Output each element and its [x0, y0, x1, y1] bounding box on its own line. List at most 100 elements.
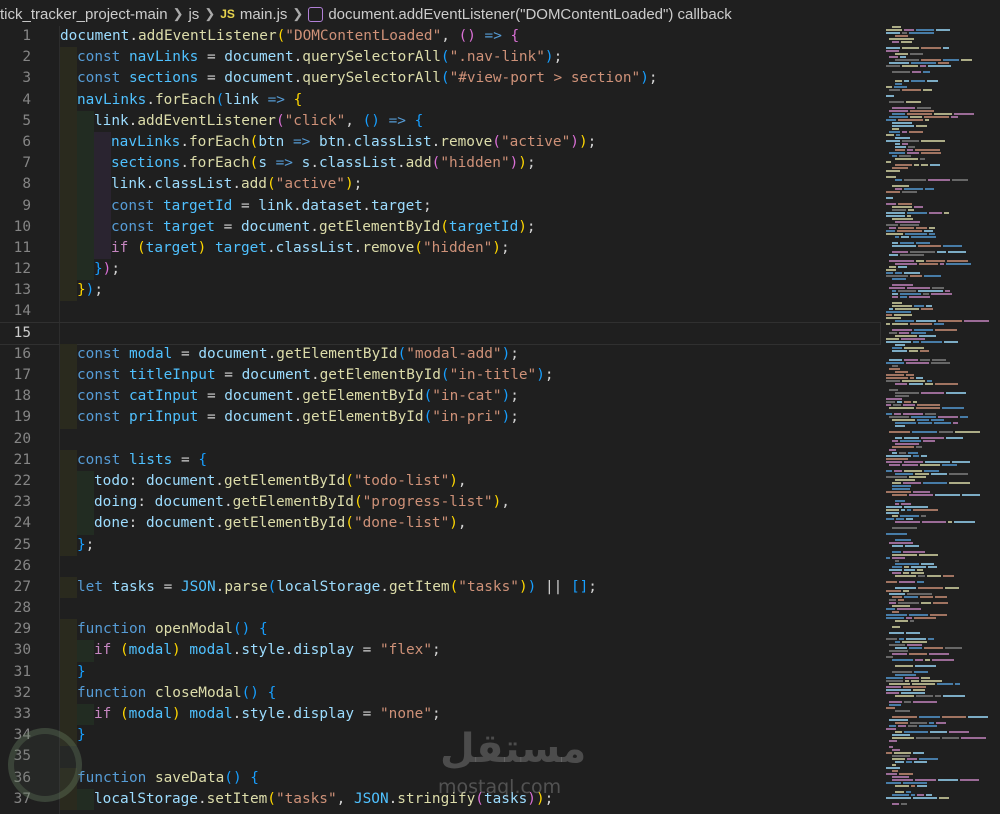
minimap-line [927, 380, 932, 382]
code-editor[interactable]: 1 document.addEventListener("DOMContentLo… [0, 26, 881, 810]
code-token: dataset [301, 197, 363, 214]
minimap-line [892, 323, 908, 325]
code-line[interactable]: 13}); [0, 280, 880, 302]
code-token: ) [501, 409, 511, 426]
indent-guide [94, 153, 111, 175]
code-token: ) [518, 155, 527, 172]
minimap-line [904, 29, 914, 31]
minimap-line [892, 764, 896, 766]
code-token: ( [397, 345, 407, 362]
code-line[interactable]: 33 if (modal) modal.style.display = "none… [0, 704, 880, 726]
code-token: ; [588, 578, 597, 595]
breadcrumb-subfolder[interactable]: js [188, 6, 199, 23]
code-line[interactable]: 28 [0, 598, 880, 619]
code-line[interactable]: 21 const lists = { [0, 449, 880, 471]
code-line[interactable]: 3 const sections = document.querySelector… [0, 68, 880, 90]
code-text: } [77, 662, 86, 683]
code-line[interactable]: 7 sections.forEach(s => s.classList.add("… [0, 153, 880, 175]
code-token: } [77, 282, 86, 299]
minimap-line [916, 407, 940, 409]
line-number: 6 [22, 133, 31, 150]
breadcrumb-symbol[interactable]: document.addEventListener("DOMContentLoa… [328, 6, 731, 23]
minimap-line [938, 416, 958, 418]
breadcrumb-folder[interactable]: tick_tracker_project-main [0, 6, 168, 23]
code-line[interactable]: 17 const titleInput = document.getElement… [0, 365, 880, 387]
code-text: const target = document.getElementById(t… [111, 217, 536, 238]
minimap-line [902, 47, 919, 49]
indent-guide [94, 237, 111, 260]
code-token: => [475, 28, 511, 44]
code-line[interactable]: 29 function openModal() { [0, 619, 880, 641]
code-token: ( [440, 367, 450, 383]
minimap-line [909, 32, 934, 34]
code-line[interactable]: 9 const targetId = link.dataset.target; [0, 195, 880, 217]
code-line[interactable]: 27 let tasks = JSON.parse(localStorage.ge… [0, 576, 880, 599]
code-line[interactable]: 6 navLinks.forEach(btn => btn.classList.r… [0, 131, 880, 154]
indent-guide [60, 513, 77, 535]
minimap-line [943, 47, 949, 49]
code-line[interactable]: 32 function closeModal() { [0, 682, 880, 704]
code-line[interactable]: 20 [0, 429, 880, 450]
minimap-line [909, 653, 927, 655]
indent-guide [77, 174, 94, 196]
minimap-line [895, 500, 905, 502]
code-line[interactable]: 19 const priInput = document.getElementBy… [0, 407, 880, 429]
minimap-line [914, 671, 928, 673]
minimap-line [913, 752, 924, 754]
minimap-line [886, 476, 907, 478]
minimap[interactable] [884, 26, 1000, 814]
code-line[interactable]: 1 document.addEventListener("DOMContentLo… [0, 26, 880, 47]
code-line[interactable]: 15 [0, 321, 881, 345]
code-token: ) [449, 515, 458, 532]
code-line[interactable]: 12}); [0, 259, 880, 281]
minimap-line [889, 131, 900, 133]
code-line[interactable]: 31} [0, 661, 880, 683]
minimap-line [914, 617, 936, 619]
code-line[interactable]: 24 done: document.getElementById("done-li… [0, 513, 880, 535]
code-token: . [396, 155, 406, 172]
code-token: function [77, 769, 155, 786]
code-line[interactable]: 26 [0, 556, 880, 577]
minimap-line [892, 527, 917, 529]
code-line[interactable]: 10 const target = document.getElementById… [0, 216, 880, 238]
indent-guide [60, 237, 77, 260]
minimap-line [892, 494, 907, 496]
minimap-line [902, 32, 907, 34]
code-line[interactable]: 23 doing: document.getElementById("progre… [0, 492, 880, 514]
code-line[interactable]: 18 const catInput = document.getElementBy… [0, 386, 880, 408]
code-text: function openModal() { [77, 619, 268, 640]
code-line[interactable]: 4 navLinks.forEach(link => { [0, 89, 880, 111]
minimap-line [938, 62, 949, 64]
indent-guide [60, 619, 77, 641]
minimap-line [927, 575, 941, 577]
indent-guide [60, 110, 77, 132]
code-text: let tasks = JSON.parse(localStorage.getI… [77, 577, 597, 598]
minimap-line [889, 407, 914, 409]
minimap-line [919, 554, 938, 556]
code-token: ; [553, 49, 563, 66]
minimap-line [886, 119, 896, 121]
code-line[interactable]: 22 todo: document.getElementById("todo-li… [0, 470, 880, 493]
minimap-line [895, 320, 914, 322]
code-token: const [77, 409, 129, 426]
code-line[interactable]: 16 const modal = document.getElementById(… [0, 343, 880, 365]
code-text: link.classList.add("active"); [111, 174, 362, 195]
minimap-line [895, 587, 916, 589]
minimap-line [898, 227, 914, 229]
minimap-line [926, 794, 932, 796]
minimap-line [935, 329, 957, 331]
minimap-line [933, 602, 948, 604]
minimap-line [886, 233, 903, 235]
breadcrumb-file[interactable]: main.js [240, 6, 288, 23]
code-line[interactable]: 5 link.addEventListener("click", () => { [0, 110, 880, 132]
code-line[interactable]: 11 if (target) target.classList.remove("h… [0, 237, 880, 260]
code-token: "todo-list" [353, 472, 450, 489]
code-line[interactable]: 2 const navLinks = document.querySelector… [0, 47, 880, 69]
minimap-line [954, 521, 975, 523]
code-line[interactable]: 8 link.classList.add("active"); [0, 174, 880, 196]
code-line[interactable]: 30 if (modal) modal.style.display = "flex… [0, 640, 880, 662]
code-line[interactable]: 25}; [0, 534, 880, 556]
indent-guide [60, 640, 77, 662]
code-line[interactable]: 14 [0, 301, 880, 322]
minimap-line [892, 803, 899, 805]
